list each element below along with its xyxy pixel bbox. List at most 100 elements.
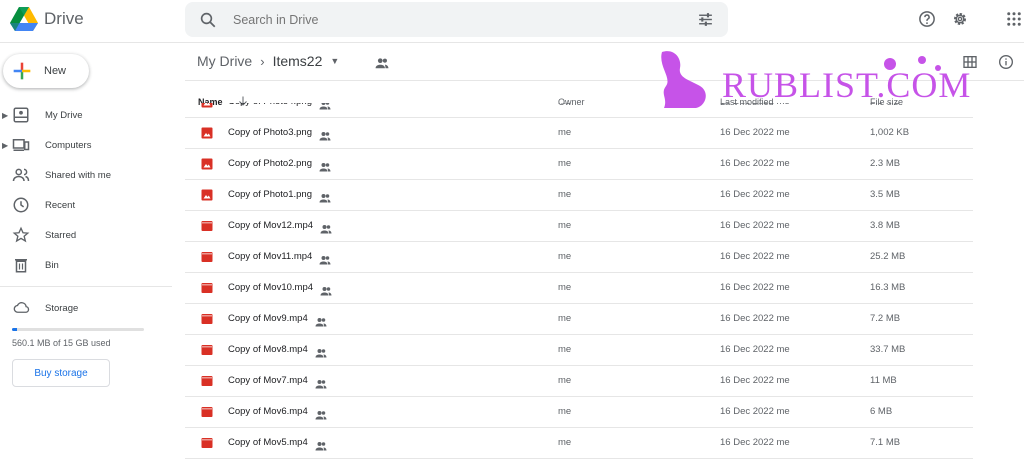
image-file-icon — [201, 158, 213, 170]
table-row[interactable]: Copy of Mov11.mp4 me 16 Dec 2022 me 25.2 MB — [185, 242, 973, 273]
search-icon[interactable] — [199, 11, 217, 29]
table-row[interactable]: Copy of Mov8.mp4 me 16 Dec 2022 me 33.7 MB — [185, 335, 973, 366]
table-row[interactable]: Copy of Mov7.mp4 me 16 Dec 2022 me 11 MB — [185, 366, 973, 397]
table-row[interactable]: Copy of Mov6.mp4 me 16 Dec 2022 me 6 MB — [185, 397, 973, 428]
search-bar[interactable] — [185, 2, 728, 37]
file-name[interactable]: Copy of Mov6.mp4 — [228, 406, 308, 417]
trash-icon — [15, 259, 27, 273]
expand-caret-icon[interactable]: ▶ — [2, 141, 8, 150]
file-modified: 16 Dec 2022 me — [720, 127, 790, 138]
image-file-icon — [201, 189, 213, 201]
expand-caret-icon[interactable]: ▶ — [2, 111, 8, 120]
new-button-label: New — [44, 65, 67, 77]
sidebar-item-starred[interactable]: Starred — [0, 220, 170, 250]
video-file-icon — [201, 252, 213, 262]
file-modified: 16 Dec 2022 me — [720, 282, 790, 293]
file-size: 7.2 MB — [870, 313, 901, 324]
shared-icon — [319, 128, 331, 141]
help-icon — [919, 11, 935, 27]
file-owner: me — [558, 251, 572, 262]
table-row[interactable]: Copy of Photo2.png me 16 Dec 2022 me 2.3 MB — [185, 149, 973, 180]
file-owner: me — [558, 313, 572, 324]
breadcrumb: My Drive › Items22 ▼ — [197, 53, 339, 69]
info-icon[interactable] — [998, 54, 1014, 70]
gear-icon — [954, 13, 966, 25]
drive-logo[interactable]: Drive — [10, 6, 84, 32]
file-modified: 16 Dec 2022 me — [720, 437, 790, 448]
apps-button[interactable] — [1005, 10, 1023, 33]
file-name[interactable]: Copy of Mov9.mp4 — [228, 313, 308, 324]
shared-icon — [320, 221, 332, 234]
file-name[interactable]: Copy of Photo1.png — [228, 189, 312, 200]
file-owner: me — [558, 344, 572, 355]
sidebar-item-computers[interactable]: ▶ Computers — [0, 130, 170, 160]
file-owner: me — [558, 158, 572, 169]
search-input[interactable] — [231, 11, 675, 28]
plus-icon — [13, 62, 31, 80]
file-name[interactable]: Copy of Photo2.png — [228, 158, 312, 169]
apps-grid-icon — [1007, 12, 1021, 26]
file-modified: 16 Dec 2022 me — [720, 251, 790, 262]
sidebar-item-shared-with-me[interactable]: Shared with me — [0, 160, 170, 190]
sidebar-item-my-drive[interactable]: ▶ My Drive — [0, 100, 170, 130]
shared-icon — [319, 159, 331, 172]
file-size: 3.5 MB — [870, 189, 901, 200]
file-owner: me — [558, 103, 571, 107]
sidebar-item-recent[interactable]: Recent — [0, 190, 170, 220]
file-name[interactable]: Copy of Mov11.mp4 — [228, 251, 312, 262]
file-size: 2.3 MB — [870, 158, 901, 169]
buy-storage-button[interactable]: Buy storage — [12, 359, 110, 387]
sidebar-nav: ▶ My Drive ▶ Computers Shared with me Re… — [0, 100, 170, 280]
shared-folder-icon[interactable] — [375, 57, 389, 69]
file-size: 16.3 MB — [870, 282, 906, 293]
file-name[interactable]: Copy of Mov8.mp4 — [228, 344, 308, 355]
table-row[interactable]: Copy of Mov10.mp4 me 16 Dec 2022 me 16.3 MB — [185, 273, 973, 304]
file-modified: 16 Dec 2022 me — [720, 189, 790, 200]
file-name[interactable]: Copy of Mov12.mp4 — [228, 220, 313, 231]
file-size: 6 MB — [870, 406, 893, 417]
file-owner: me — [558, 282, 572, 293]
file-owner: me — [558, 406, 572, 417]
table-row[interactable]: Copy of Mov5.mp4 me 16 Dec 2022 me 7.1 MB — [185, 428, 973, 459]
file-name[interactable]: Copy of Mov7.mp4 — [228, 375, 308, 386]
file-name[interactable]: Copy of Photo3.png — [228, 127, 312, 138]
image-file-icon — [201, 127, 213, 139]
table-row[interactable]: Copy of Photo1.png me 16 Dec 2022 me 3.5 MB — [185, 180, 973, 211]
search-options-icon[interactable] — [697, 11, 714, 28]
file-name[interactable]: Copy of Photo4.png — [228, 103, 312, 107]
file-size: 25.2 MB — [870, 251, 906, 262]
shared-icon — [315, 345, 327, 358]
table-row[interactable]: Copy of Mov9.mp4 me 16 Dec 2022 me 7.2 MB — [185, 304, 973, 335]
breadcrumb-root[interactable]: My Drive — [197, 53, 252, 69]
breadcrumb-current[interactable]: Items22 — [273, 53, 323, 69]
shared-icon — [319, 103, 331, 110]
sidebar-item-storage[interactable]: Storage — [12, 298, 78, 321]
sidebar-item-label: Bin — [45, 259, 59, 271]
video-file-icon — [201, 221, 213, 231]
video-file-icon — [201, 407, 213, 417]
shared-icon — [12, 168, 30, 182]
help-button[interactable] — [918, 10, 936, 33]
shared-icon — [320, 283, 332, 296]
file-name[interactable]: Copy of Mov10.mp4 — [228, 282, 313, 293]
top-bar: Drive — [0, 0, 1024, 43]
chevron-down-icon[interactable]: ▼ — [330, 56, 339, 66]
file-owner: me — [558, 437, 572, 448]
file-list: Copy of Photo4.pngme16 Dec 2022 me2.9 MB… — [185, 103, 973, 460]
file-owner: me — [558, 375, 572, 386]
shared-icon — [315, 376, 327, 389]
file-name[interactable]: Copy of Mov5.mp4 — [228, 437, 308, 448]
file-size: 11 MB — [870, 375, 897, 386]
table-row[interactable]: Copy of Mov12.mp4 me 16 Dec 2022 me 3.8 MB — [185, 211, 973, 242]
sidebar-item-bin[interactable]: Bin — [0, 250, 170, 280]
table-row[interactable]: Copy of Photo3.png me 16 Dec 2022 me 1,002 … — [185, 118, 973, 149]
file-owner: me — [558, 189, 572, 200]
app-title: Drive — [44, 9, 84, 28]
settings-button[interactable] — [951, 10, 969, 33]
sidebar-item-label: My Drive — [45, 109, 83, 121]
file-modified: 16 Dec 2022 me — [720, 344, 790, 355]
sidebar-item-label: Recent — [45, 199, 76, 211]
file-modified: 16 Dec 2022 me — [720, 406, 790, 417]
new-button[interactable]: New — [3, 54, 89, 88]
sidebar-item-label: Shared with me — [45, 169, 112, 181]
